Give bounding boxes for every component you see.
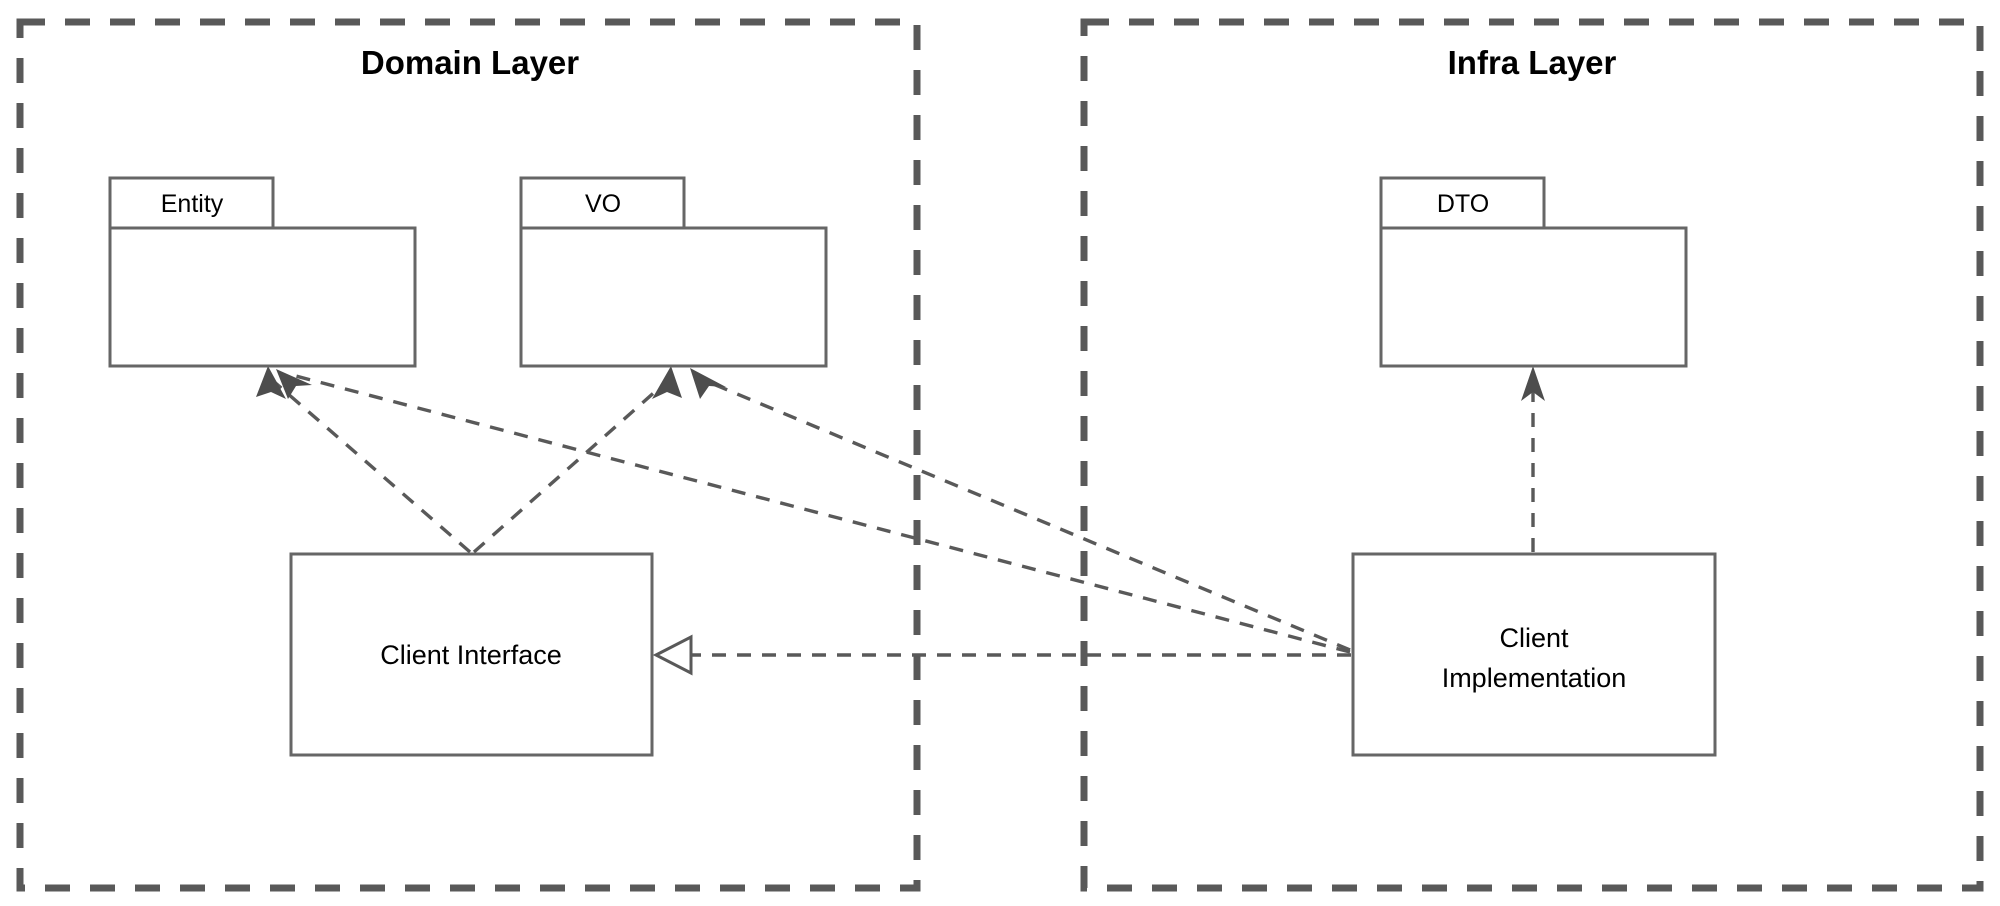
package-body bbox=[519, 226, 828, 368]
node-client-implementation[interactable]: Client Implementation bbox=[1351, 552, 1717, 757]
node-client-implementation-label-line1: Client bbox=[1499, 623, 1569, 653]
open-arrowhead-icon bbox=[652, 366, 682, 399]
edge-line bbox=[270, 378, 472, 554]
edge-line bbox=[705, 379, 1351, 652]
package-vo[interactable]: VO bbox=[519, 176, 828, 368]
edge-client-implementation-to-vo[interactable] bbox=[690, 368, 1351, 652]
infra-layer-title: Infra Layer bbox=[1448, 44, 1617, 81]
edge-client-implementation-to-dto[interactable] bbox=[1521, 366, 1545, 552]
edge-client-implementation-realizes-client-interface[interactable] bbox=[652, 634, 1351, 676]
domain-layer-title: Domain Layer bbox=[361, 44, 579, 81]
package-vo-label: VO bbox=[585, 190, 621, 218]
node-client-implementation-label-line2: Implementation bbox=[1442, 663, 1627, 693]
package-body bbox=[108, 226, 417, 368]
uml-package-diagram: Domain Layer Infra Layer Entity VO DTO C… bbox=[16, 18, 1984, 892]
infra-layer-boundary[interactable] bbox=[1080, 18, 1984, 892]
node-client-interface-label: Client Interface bbox=[380, 640, 562, 670]
node-client-implementation-box bbox=[1351, 552, 1717, 757]
package-entity[interactable]: Entity bbox=[108, 176, 417, 368]
domain-layer-boundary[interactable] bbox=[16, 18, 921, 892]
edge-client-interface-to-vo[interactable] bbox=[472, 366, 682, 554]
package-body bbox=[1379, 226, 1688, 368]
package-entity-label: Entity bbox=[161, 190, 224, 218]
diagram-canvas: Domain Layer Infra Layer Entity VO DTO C… bbox=[0, 0, 2000, 906]
node-client-interface[interactable]: Client Interface bbox=[289, 552, 654, 757]
package-dto[interactable]: DTO bbox=[1379, 176, 1688, 368]
open-arrowhead-icon bbox=[690, 368, 726, 399]
package-dto-label: DTO bbox=[1437, 190, 1489, 218]
realization-triangle-icon bbox=[652, 634, 693, 676]
domain-layer-group[interactable]: Domain Layer bbox=[16, 18, 921, 892]
infra-layer-group[interactable]: Infra Layer bbox=[1080, 18, 1984, 892]
